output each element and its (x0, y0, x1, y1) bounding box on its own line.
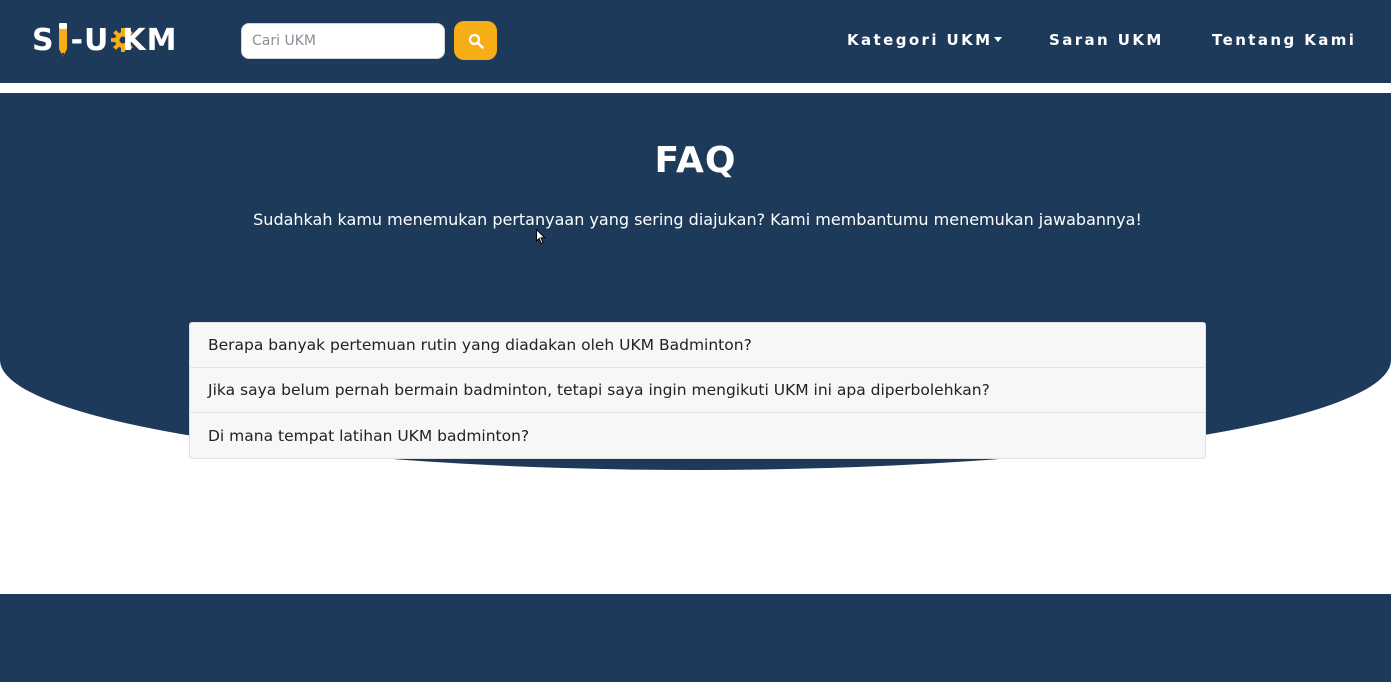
logo-letter-m: M (146, 22, 178, 58)
site-logo[interactable]: S -U K M (32, 20, 178, 60)
nav-tentang-kami[interactable]: Tentang Kami (1212, 31, 1356, 49)
nav-kategori-label: Kategori UKM (847, 31, 993, 49)
logo-letter-s: S (32, 22, 55, 58)
logo-letter-k: K (122, 22, 147, 58)
search-icon (468, 33, 484, 49)
mouse-cursor-icon (536, 229, 546, 245)
nav-kategori-ukm-dropdown[interactable]: Kategori UKM (847, 31, 1003, 49)
faq-item-question[interactable]: Di mana tempat latihan UKM badminton? (190, 413, 1205, 458)
page: S -U K M Cari UKM Kategori UKM Saran UKM… (0, 0, 1391, 682)
footer (0, 594, 1391, 682)
faq-item-question[interactable]: Berapa banyak pertemuan rutin yang diada… (190, 323, 1205, 368)
page-subtitle: Sudahkah kamu menemukan pertanyaan yang … (253, 210, 1142, 229)
nav-saran-ukm[interactable]: Saran UKM (1049, 31, 1164, 49)
faq-accordion: Berapa banyak pertemuan rutin yang diada… (189, 322, 1206, 459)
faq-item-question[interactable]: Jika saya belum pernah bermain badminton… (190, 368, 1205, 413)
logo-text-u: -U (70, 22, 110, 58)
page-title: FAQ (654, 140, 737, 181)
navbar-divider (0, 83, 1391, 93)
search-button[interactable] (454, 21, 497, 60)
search-input[interactable] (241, 23, 445, 59)
caret-down-icon (994, 37, 1003, 42)
pencil-icon (58, 23, 67, 57)
navbar: S -U K M Cari UKM Kategori UKM Saran UKM… (0, 0, 1391, 83)
